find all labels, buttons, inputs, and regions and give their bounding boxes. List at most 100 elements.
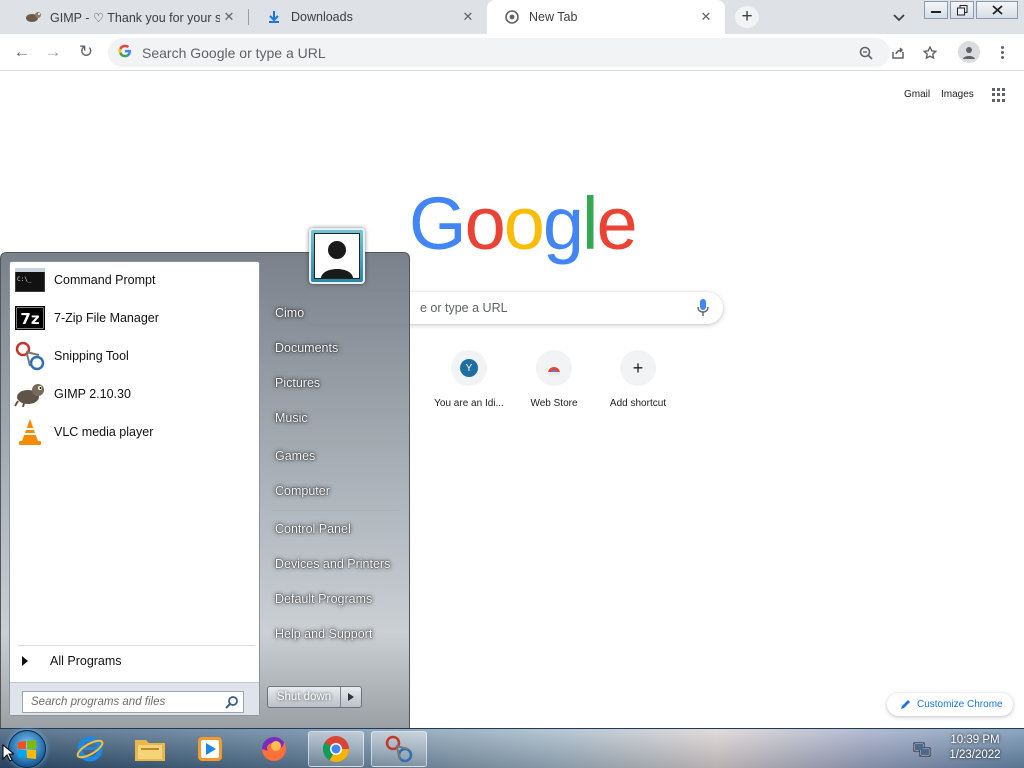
snipping-tool-icon[interactable] <box>371 731 427 767</box>
browser-toolbar: ← → ↻ Search Google or type a URL <box>0 34 1024 71</box>
mouse-cursor-icon <box>2 744 14 762</box>
clock-time: 10:39 PM <box>950 734 1000 746</box>
start-menu: C:\_ Command Prompt 7z 7-Zip File Manage… <box>0 228 410 729</box>
cmd-icon: C:\_ <box>14 264 46 296</box>
forward-icon[interactable]: → <box>43 42 63 62</box>
start-search-strip: Search programs and files <box>10 682 259 715</box>
chrome-menu-icon[interactable] <box>994 42 1010 62</box>
add-shortcut-icon: + <box>620 350 656 386</box>
logo-letter: o <box>464 182 506 265</box>
program-name: Snipping Tool <box>54 349 129 363</box>
start-item-music[interactable]: Music <box>267 403 399 433</box>
program-name: 7-Zip File Manager <box>54 311 159 325</box>
shortcut-tile[interactable]: + Add shortcut <box>598 350 678 409</box>
tab-downloads[interactable]: Downloads ✕ <box>249 0 487 34</box>
shutdown-label: Shut down <box>268 687 341 707</box>
tab-title: GIMP - ♡ Thank you for your su <box>50 10 220 25</box>
reload-icon[interactable]: ↻ <box>76 42 96 62</box>
all-programs-label: All Programs <box>50 654 122 668</box>
clock-date: 1/23/2022 <box>949 749 1001 761</box>
google-logo: Google <box>409 180 638 268</box>
user-silhouette-icon <box>314 233 360 279</box>
logo-letter: l <box>582 182 599 265</box>
new-tab-button[interactable]: + <box>735 6 759 28</box>
minimize-button[interactable] <box>924 1 948 19</box>
google-g-icon <box>118 44 132 61</box>
address-bar[interactable]: Search Google or type a URL <box>108 38 937 67</box>
tab-close-icon[interactable]: ✕ <box>220 8 238 26</box>
shortcut-label: Add shortcut <box>609 398 667 409</box>
tab-close-icon[interactable]: ✕ <box>697 8 715 26</box>
customize-chrome-button[interactable]: Customize Chrome <box>887 693 1013 716</box>
scissors-icon <box>14 340 46 372</box>
media-player-icon[interactable] <box>182 731 238 767</box>
windows-logo-icon <box>18 740 36 759</box>
program-snipping-tool[interactable]: Snipping Tool <box>12 338 257 374</box>
7zip-badge-text: 7z <box>20 310 39 328</box>
gimp-icon <box>14 378 46 410</box>
tab-close-icon[interactable]: ✕ <box>459 8 477 26</box>
share-icon[interactable] <box>888 43 908 63</box>
gmail-link[interactable]: Gmail <box>904 89 930 100</box>
voice-search-icon[interactable] <box>697 299 709 317</box>
web-store-icon <box>536 350 572 386</box>
start-item-control-panel[interactable]: Control Panel <box>267 514 399 544</box>
shutdown-button[interactable]: Shut down <box>267 686 362 708</box>
chrome-icon[interactable] <box>308 731 364 767</box>
internet-explorer-icon[interactable] <box>62 731 118 767</box>
zoom-icon[interactable] <box>856 43 876 63</box>
tab-title: New Tab <box>529 10 578 24</box>
start-item-pictures[interactable]: Pictures <box>267 368 399 398</box>
program-name: VLC media player <box>54 425 154 439</box>
profile-avatar-icon[interactable] <box>958 41 980 63</box>
network-icon[interactable] <box>913 740 931 758</box>
start-item-computer[interactable]: Computer <box>267 476 399 506</box>
address-placeholder: Search Google or type a URL <box>142 44 326 61</box>
firefox-icon[interactable] <box>246 731 302 767</box>
restore-button[interactable] <box>950 1 974 19</box>
start-item-user-folder[interactable]: Cimo <box>267 298 399 328</box>
letter-y-icon: Y <box>460 359 478 377</box>
taskbar-clock[interactable]: 10:39 PM 1/23/2022 <box>940 733 1010 763</box>
gimp-favicon-icon <box>24 8 42 26</box>
user-account-picture[interactable] <box>309 228 365 284</box>
shortcut-tile[interactable]: Web Store <box>514 350 594 409</box>
program-name: Command Prompt <box>54 273 156 287</box>
start-menu-divider <box>271 510 399 511</box>
screen: GIMP - ♡ Thank you for your su ✕ Downloa… <box>0 0 1024 768</box>
shutdown-options-arrow-icon[interactable] <box>341 687 361 707</box>
shortcut-tile[interactable]: Y You are an Idi... <box>429 350 509 409</box>
tab-title: Downloads <box>291 10 353 24</box>
start-item-documents[interactable]: Documents <box>267 333 399 363</box>
start-search-placeholder: Search programs and files <box>31 696 166 708</box>
logo-letter: o <box>503 182 545 265</box>
chrome-favicon-icon <box>503 8 521 26</box>
all-programs-button[interactable]: All Programs <box>18 650 254 672</box>
back-icon[interactable]: ← <box>12 42 32 62</box>
download-icon <box>265 8 283 26</box>
cmd-prompt-glyph: C:\_ <box>17 276 32 283</box>
logo-letter: e <box>596 182 637 265</box>
program-gimp[interactable]: GIMP 2.10.30 <box>12 376 257 412</box>
tab-gimp[interactable]: GIMP - ♡ Thank you for your su ✕ <box>8 0 248 34</box>
tab-new-tab[interactable]: New Tab ✕ <box>487 0 725 34</box>
program-vlc[interactable]: VLC media player <box>12 414 257 450</box>
start-search-input[interactable]: Search programs and files <box>22 691 244 713</box>
google-apps-icon[interactable] <box>992 88 1006 102</box>
program-7zip[interactable]: 7z 7-Zip File Manager <box>12 300 257 336</box>
shortcut-label: You are an Idi... <box>434 398 504 409</box>
start-item-games[interactable]: Games <box>267 441 399 471</box>
file-explorer-icon[interactable] <box>122 731 178 767</box>
start-item-default-programs[interactable]: Default Programs <box>267 584 399 614</box>
start-item-help-support[interactable]: Help and Support <box>267 619 399 649</box>
program-command-prompt[interactable]: C:\_ Command Prompt <box>12 262 257 298</box>
shortcut-label: Web Store <box>530 398 578 409</box>
search-icon <box>225 696 238 709</box>
start-menu-programs-pane: C:\_ Command Prompt 7z 7-Zip File Manage… <box>9 261 260 716</box>
bookmark-star-icon[interactable] <box>920 43 940 63</box>
start-item-devices-printers[interactable]: Devices and Printers <box>267 549 399 579</box>
customize-label: Customize Chrome <box>917 699 1003 710</box>
close-window-button[interactable] <box>976 1 1018 19</box>
tab-search-icon[interactable] <box>889 8 909 28</box>
images-link[interactable]: Images <box>941 89 974 100</box>
